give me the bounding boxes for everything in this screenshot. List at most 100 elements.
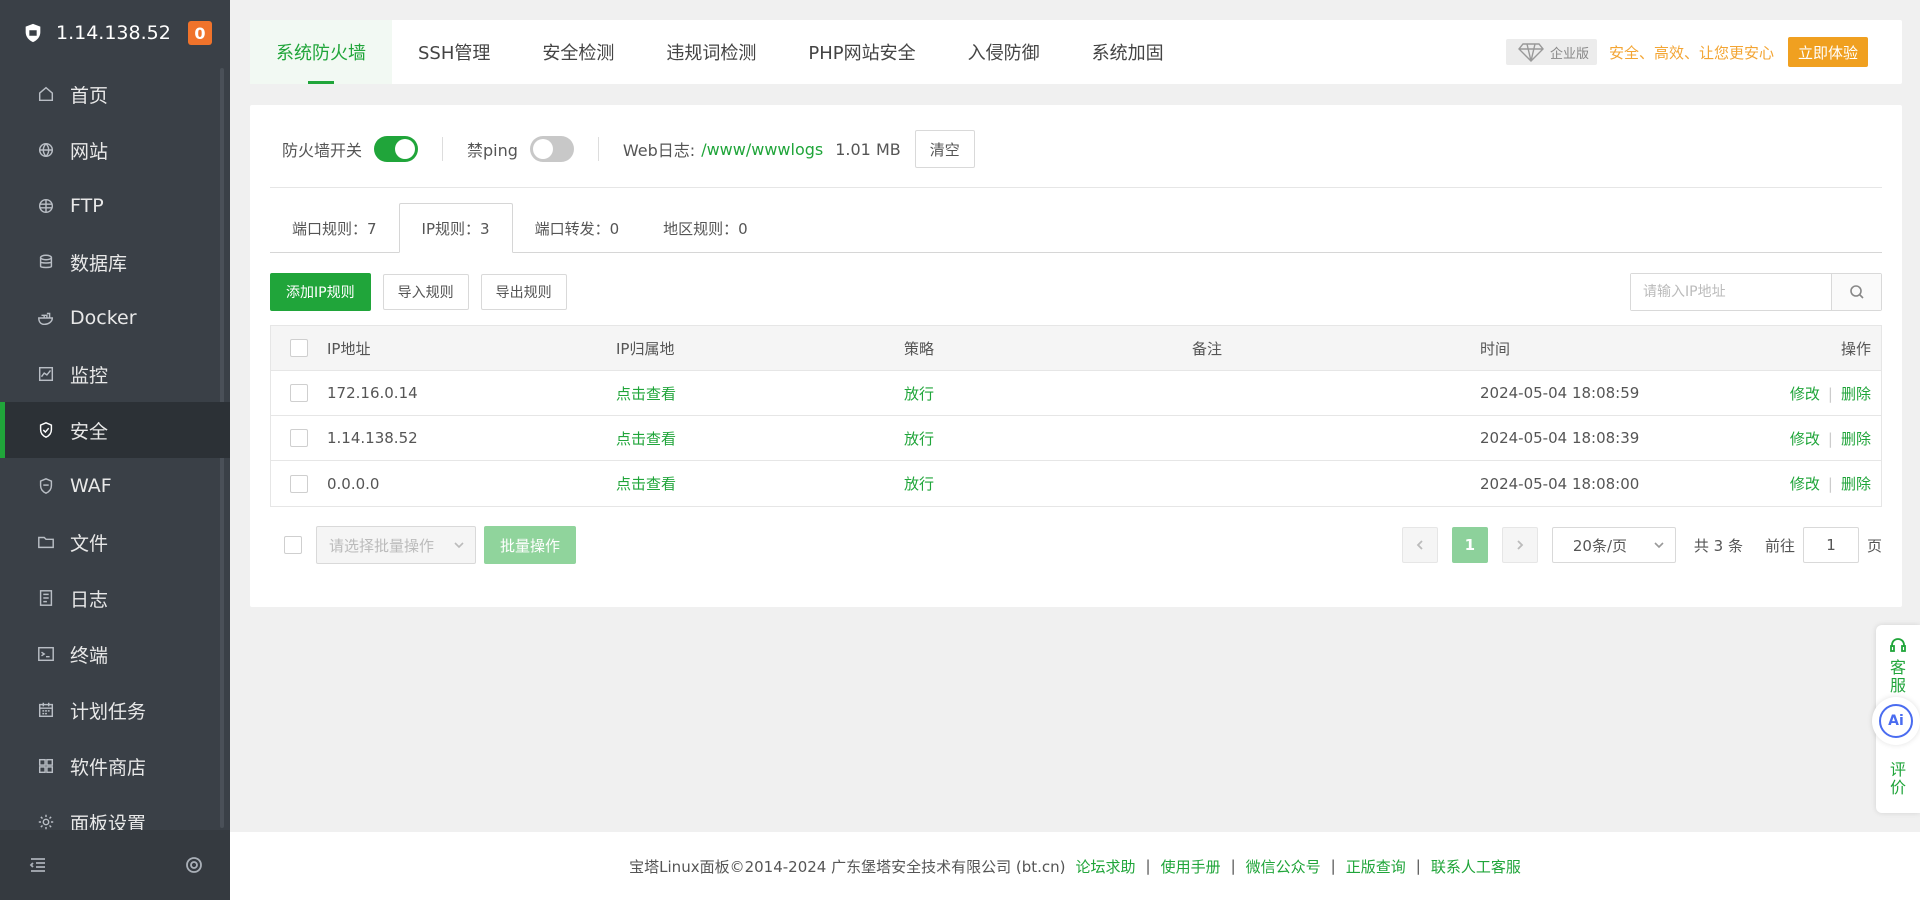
tab-port-forward[interactable]: 端口转发：0 xyxy=(513,204,642,252)
clear-log-button[interactable]: 清空 xyxy=(914,130,975,168)
row-checkbox[interactable] xyxy=(290,384,308,402)
security-top-tabs: 系统防火墙 SSH管理 安全检测 违规词检测 PHP网站安全 入侵防御 系统加固… xyxy=(250,20,1902,84)
footer-link-support[interactable]: 联系人工客服 xyxy=(1431,856,1521,877)
cell-policy[interactable]: 放行 xyxy=(904,428,1192,449)
sidebar-item-files[interactable]: 文件 xyxy=(0,514,230,570)
row-select-cell xyxy=(271,474,327,493)
row-select-cell xyxy=(271,429,327,447)
customer-service-button[interactable]: 客服 xyxy=(1876,637,1920,699)
try-now-button[interactable]: 立即体验 xyxy=(1787,37,1868,67)
footer-link-wechat[interactable]: 微信公众号 xyxy=(1246,856,1321,877)
tab-php-security[interactable]: PHP网站安全 xyxy=(782,20,941,84)
rate-button[interactable]: 评价 xyxy=(1876,761,1920,797)
server-ip: 1.14.138.52 xyxy=(56,22,171,44)
sidebar-item-security[interactable]: 安全 xyxy=(0,402,230,458)
sidebar-item-logs[interactable]: 日志 xyxy=(0,570,230,626)
bulk-operation-select[interactable]: 请选择批量操作 xyxy=(316,526,476,564)
row-checkbox[interactable] xyxy=(290,474,308,493)
pagination: 1 20条/页 共 3 条 前往 1 页 xyxy=(1401,526,1882,564)
export-rules-button[interactable]: 导出规则 xyxy=(480,274,567,310)
tab-illegal-words[interactable]: 违规词检测 xyxy=(640,20,782,84)
sidebar-nav: 首页 网站 FTP 数据库 Docker 监控 安全 WAF 文件 日志 终端 … xyxy=(0,66,230,830)
ip-search-input[interactable] xyxy=(1631,274,1831,310)
search-button[interactable] xyxy=(1831,274,1881,310)
view-location-link[interactable]: 点击查看 xyxy=(616,428,904,449)
sidebar-item-label: 安全 xyxy=(70,420,109,443)
ping-toggle[interactable] xyxy=(529,136,574,162)
bulk-operation-button[interactable]: 批量操作 xyxy=(484,526,577,564)
docker-icon xyxy=(36,308,56,328)
edit-link[interactable]: 修改 xyxy=(1790,430,1820,448)
sidebar-item-label: 计划任务 xyxy=(70,700,147,723)
tab-ssh[interactable]: SSH管理 xyxy=(392,20,516,84)
sidebar-item-home[interactable]: 首页 xyxy=(0,66,230,122)
column-header-ip[interactable]: IP地址 xyxy=(327,338,616,359)
tab-ip-rules[interactable]: IP规则：3 xyxy=(398,203,513,253)
goto-page-input[interactable]: 1 xyxy=(1802,527,1859,563)
home-icon xyxy=(36,84,56,104)
next-page-button[interactable] xyxy=(1501,527,1538,563)
select-all-checkbox[interactable] xyxy=(290,339,308,357)
tab-region-rules[interactable]: 地区规则：0 xyxy=(641,204,770,252)
rate-label: 评价 xyxy=(1890,760,1907,797)
prev-page-button[interactable] xyxy=(1401,527,1438,563)
sidebar-item-database[interactable]: 数据库 xyxy=(0,234,230,290)
settings-gear-icon[interactable] xyxy=(184,855,204,875)
firewall-toolbar: 防火墙开关 禁ping Web日志: /www/wwwlogs 1.01 MB … xyxy=(282,129,975,169)
waf-shield-icon xyxy=(36,476,56,496)
edit-link[interactable]: 修改 xyxy=(1790,475,1820,493)
cell-ip: 172.16.0.14 xyxy=(327,384,418,402)
sidebar-item-website[interactable]: 网站 xyxy=(0,122,230,178)
edit-link[interactable]: 修改 xyxy=(1790,385,1820,403)
sidebar-item-label: 日志 xyxy=(70,588,109,611)
footer-link-manual[interactable]: 使用手册 xyxy=(1161,856,1221,877)
cell-time: 2024-05-04 18:08:59 xyxy=(1480,384,1640,402)
firewall-toggle[interactable] xyxy=(374,136,419,162)
sidebar-item-monitor[interactable]: 监控 xyxy=(0,346,230,402)
tab-intrusion-defense[interactable]: 入侵防御 xyxy=(942,20,1066,84)
sidebar-item-docker[interactable]: Docker xyxy=(0,290,230,346)
sidebar-item-terminal[interactable]: 终端 xyxy=(0,626,230,682)
footer-link-forum[interactable]: 论坛求助 xyxy=(1076,856,1136,877)
ip-rules-table: IP地址 IP归属地 策略 备注 时间 操作 172.16.0.14 点击查看 … xyxy=(270,325,1882,507)
sidebar-item-label: WAF xyxy=(70,475,112,497)
cell-actions: 修改 | 删除 xyxy=(1768,473,1881,494)
cell-policy[interactable]: 放行 xyxy=(904,383,1192,404)
import-rules-button[interactable]: 导入规则 xyxy=(382,274,469,310)
sidebar-item-ftp[interactable]: FTP xyxy=(0,178,230,234)
weblog-path-link[interactable]: /www/wwwlogs xyxy=(701,140,823,159)
sidebar-item-waf[interactable]: WAF xyxy=(0,458,230,514)
cell-policy[interactable]: 放行 xyxy=(904,473,1192,494)
sidebar-item-label: 首页 xyxy=(70,84,109,107)
bulk-select-checkbox[interactable] xyxy=(284,536,302,554)
tab-port-rules[interactable]: 端口规则：7 xyxy=(270,204,399,252)
sidebar-item-settings[interactable]: 面板设置 xyxy=(0,794,230,830)
sidebar-item-label: 监控 xyxy=(70,364,109,387)
column-header-note: 备注 xyxy=(1192,339,1223,358)
rule-actions: 添加IP规则 导入规则 导出规则 xyxy=(270,273,1882,311)
view-location-link[interactable]: 点击查看 xyxy=(616,473,904,494)
tab-system-hardening[interactable]: 系统加固 xyxy=(1066,20,1190,84)
ai-assistant-button[interactable]: Ai xyxy=(1872,697,1920,745)
row-checkbox[interactable] xyxy=(290,429,308,447)
footer-link-license[interactable]: 正版查询 xyxy=(1346,856,1406,877)
sidebar-item-store[interactable]: 软件商店 xyxy=(0,738,230,794)
database-icon xyxy=(36,252,56,272)
shield-check-icon xyxy=(36,420,56,440)
page-suffix: 页 xyxy=(1866,536,1882,555)
delete-link[interactable]: 删除 xyxy=(1841,475,1871,493)
cell-time: 2024-05-04 18:08:00 xyxy=(1480,474,1640,493)
add-ip-rule-button[interactable]: 添加IP规则 xyxy=(270,273,371,311)
log-icon xyxy=(36,588,56,608)
tab-firewall[interactable]: 系统防火墙 xyxy=(250,20,392,84)
notification-badge[interactable]: 0 xyxy=(188,21,212,45)
sidebar-item-cron[interactable]: 计划任务 xyxy=(0,682,230,738)
collapse-menu-icon[interactable] xyxy=(28,855,48,875)
tab-security-scan[interactable]: 安全检测 xyxy=(516,20,640,84)
page-size-select[interactable]: 20条/页 xyxy=(1551,527,1676,563)
page-number-current[interactable]: 1 xyxy=(1451,527,1488,563)
delete-link[interactable]: 删除 xyxy=(1841,385,1871,403)
delete-link[interactable]: 删除 xyxy=(1841,430,1871,448)
view-location-link[interactable]: 点击查看 xyxy=(616,383,904,404)
column-header-time[interactable]: 时间 xyxy=(1480,338,1768,359)
